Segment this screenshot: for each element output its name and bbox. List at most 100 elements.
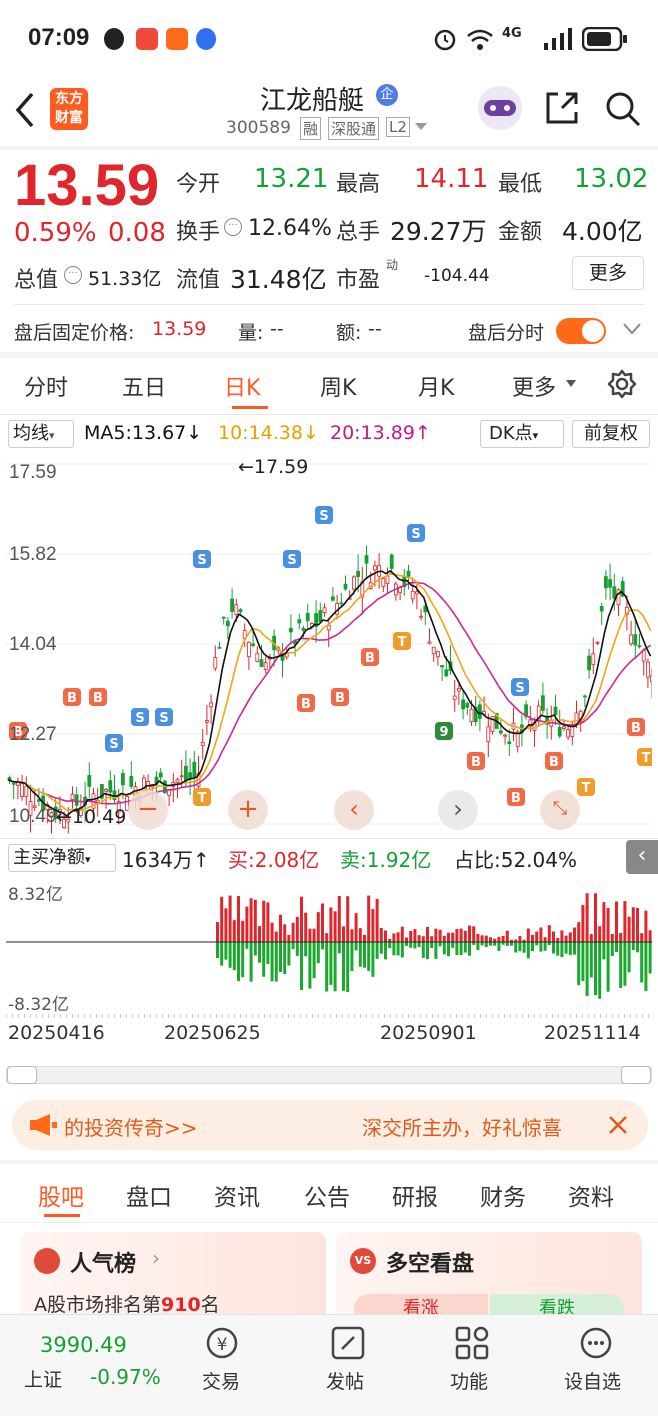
chevron-down-icon[interactable] — [622, 322, 642, 336]
buy-bar — [615, 901, 618, 942]
tab-more[interactable]: 更多 — [512, 370, 556, 402]
collapse-panel-button[interactable]: ‹ — [626, 840, 658, 874]
candle — [364, 555, 369, 564]
divider — [0, 1222, 658, 1223]
sell-bar — [367, 942, 371, 971]
candle — [192, 761, 197, 778]
buy-signal-marker[interactable]: B — [89, 688, 107, 706]
index-change[interactable]: -0.97% — [90, 1365, 161, 1389]
sell-signal-marker[interactable]: S — [315, 506, 333, 524]
fullscreen-button[interactable]: ⤡ — [540, 790, 580, 830]
active-tab-indicator — [44, 1214, 80, 1217]
candle — [389, 554, 394, 569]
tab-profile[interactable]: 资料 — [568, 1178, 614, 1212]
app-logo[interactable]: 东方财富 — [50, 88, 88, 130]
dk-point-select[interactable]: DK点▾ — [480, 420, 564, 448]
info-icon[interactable]: ··· — [224, 218, 242, 236]
signal-marker[interactable]: T — [393, 632, 411, 650]
buy-signal-marker[interactable]: B — [361, 648, 379, 666]
nav-post[interactable]: 发帖 — [326, 1367, 364, 1394]
share-icon[interactable] — [544, 90, 580, 126]
sell-signal-marker[interactable]: S — [407, 524, 425, 542]
zoom-out-button[interactable]: − — [128, 790, 168, 830]
zoom-in-button[interactable]: + — [228, 790, 268, 830]
function-icon[interactable] — [454, 1325, 490, 1361]
buy-bar — [384, 930, 387, 942]
buy-bar — [644, 910, 648, 942]
tab-research[interactable]: 研报 — [392, 1178, 438, 1212]
duokong-card[interactable]: VS 多空看盘 看涨 看跌 — [336, 1232, 642, 1324]
sell-signal-marker[interactable]: S — [105, 734, 123, 752]
nav-function[interactable]: 功能 — [450, 1367, 488, 1394]
sell-signal-marker[interactable]: S — [131, 708, 149, 726]
buy-signal-marker[interactable]: B — [63, 688, 81, 706]
buy-bar — [291, 922, 295, 942]
tab-pankou[interactable]: 盘口 — [126, 1178, 172, 1212]
range-handle-right[interactable] — [621, 1066, 651, 1084]
candle — [414, 591, 419, 595]
tab-announcement[interactable]: 公告 — [304, 1178, 350, 1212]
signal-marker[interactable]: T — [637, 748, 652, 766]
close-icon[interactable] — [608, 1115, 628, 1135]
ma-select[interactable]: 均线▾ — [8, 420, 74, 448]
tab-monthly-k[interactable]: 月K — [418, 370, 454, 402]
tab-weekly-k[interactable]: 周K — [320, 370, 356, 402]
index-value[interactable]: 3990.49 — [40, 1333, 127, 1357]
adjust-select[interactable]: 前复权 — [572, 420, 650, 448]
buy-bar — [631, 907, 635, 942]
buy-signal-marker[interactable]: B — [507, 788, 525, 806]
sell-bar — [648, 942, 652, 974]
turnover-label: 换手 — [176, 220, 221, 245]
sell-signal-marker[interactable]: S — [193, 550, 211, 568]
scroll-left-button[interactable]: ‹ — [334, 790, 374, 830]
buy-bar — [253, 899, 257, 942]
sell-signal-marker[interactable]: S — [155, 708, 173, 726]
post-icon[interactable] — [330, 1325, 366, 1361]
candle — [456, 687, 461, 692]
assistant-avatar[interactable] — [478, 86, 522, 130]
info-icon[interactable]: ··· — [64, 266, 82, 284]
signal-marker[interactable]: T — [193, 788, 211, 806]
buy-signal-marker[interactable]: B — [297, 694, 315, 712]
y-tick-label: 17.59 — [9, 462, 57, 483]
tab-news[interactable]: 资讯 — [214, 1178, 260, 1212]
back-icon[interactable] — [12, 90, 38, 130]
buy-signal-marker[interactable]: B — [627, 718, 645, 736]
candle — [562, 726, 566, 729]
trade-icon[interactable]: ¥ — [204, 1325, 240, 1361]
chevron-down-icon[interactable] — [414, 122, 428, 132]
range-scrollbar[interactable] — [6, 1066, 652, 1084]
search-icon[interactable] — [604, 90, 642, 128]
signal-marker[interactable]: T — [577, 778, 595, 796]
tab-finance[interactable]: 财务 — [480, 1178, 526, 1212]
promo-banner[interactable]: 的投资传奇>> 深交所主办，好礼惊喜 — [12, 1100, 648, 1150]
tab-guba[interactable]: 股吧 — [38, 1178, 84, 1212]
low-value: 13.02 — [574, 164, 649, 194]
range-handle-left[interactable] — [7, 1066, 37, 1084]
scroll-right-button[interactable]: › — [438, 790, 478, 830]
buy-signal-marker[interactable]: B — [467, 752, 485, 770]
more-button[interactable]: 更多 — [572, 256, 644, 290]
buy-signal-marker[interactable]: B — [545, 752, 563, 770]
popularity-card[interactable]: 人气榜 › A股市场排名第910名 — [20, 1232, 326, 1322]
tab-daily-k[interactable]: 日K — [224, 370, 260, 402]
sell-signal-marker[interactable]: S — [511, 678, 529, 696]
index-name[interactable]: 上证 — [24, 1365, 62, 1392]
signal-marker[interactable]: 9 — [435, 722, 453, 740]
candle — [24, 785, 29, 798]
after-hours-toggle[interactable] — [556, 318, 606, 344]
nav-trade[interactable]: 交易 — [202, 1367, 240, 1394]
tab-five-day[interactable]: 五日 — [122, 370, 166, 402]
kline-chart[interactable]: BB BSS SSTSSB BBTS9BSBBTBT 17.5915.8214.041… — [6, 452, 652, 836]
settings-icon[interactable] — [606, 368, 638, 400]
svg-text:¥: ¥ — [217, 1335, 228, 1355]
tab-intraday[interactable]: 分时 — [24, 370, 68, 402]
buy-bar — [396, 932, 400, 942]
watchlist-icon[interactable] — [578, 1325, 614, 1361]
fund-flow-select[interactable]: 主买净额▾ — [8, 844, 116, 872]
candle — [507, 741, 512, 745]
candle — [209, 702, 214, 708]
sell-signal-marker[interactable]: S — [283, 550, 301, 568]
nav-add-watchlist[interactable]: 设自选 — [564, 1367, 621, 1394]
buy-signal-marker[interactable]: B — [331, 688, 349, 706]
